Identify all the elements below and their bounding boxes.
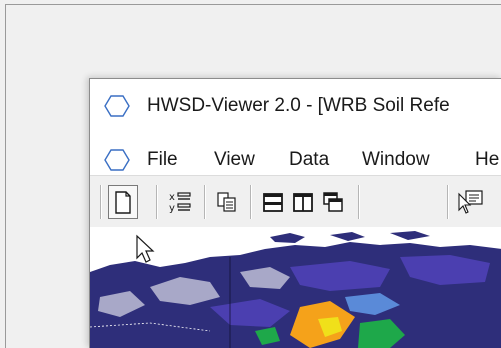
xy-list-button[interactable]: x y — [166, 185, 196, 219]
xy-list-icon: x y — [169, 192, 191, 214]
copy-icon — [217, 192, 236, 212]
window-title: HWSD-Viewer 2.0 - [WRB Soil Refe — [147, 95, 450, 116]
toolbar-separator — [358, 185, 359, 219]
title-bar[interactable]: HWSD-Viewer 2.0 - [WRB Soil Refe — [90, 79, 501, 129]
tile-horizontal-icon — [263, 193, 283, 212]
toolbar-separator — [204, 185, 205, 219]
cascade-windows-button[interactable] — [318, 185, 348, 219]
app-hexagon-icon — [104, 95, 130, 117]
pointer-info-icon — [458, 190, 483, 214]
toolbar: x y — [90, 175, 501, 228]
cascade-windows-icon — [323, 192, 343, 212]
svg-text:x: x — [169, 192, 175, 203]
menu-data[interactable]: Data — [289, 149, 329, 171]
menu-file[interactable]: File — [147, 149, 178, 171]
new-document-icon — [115, 191, 131, 214]
svg-text:y: y — [169, 203, 175, 214]
tile-horizontal-button[interactable] — [258, 185, 288, 219]
toolbar-separator — [156, 185, 157, 219]
menu-window[interactable]: Window — [362, 149, 430, 171]
tile-vertical-icon — [293, 193, 313, 212]
copy-button[interactable] — [212, 185, 242, 219]
island — [330, 232, 365, 241]
toolbar-separator — [447, 185, 448, 219]
hwsd-viewer-window: HWSD-Viewer 2.0 - [WRB Soil Refe File Vi… — [89, 78, 501, 348]
pointer-info-button[interactable] — [454, 185, 484, 219]
tile-vertical-button[interactable] — [288, 185, 318, 219]
menu-view[interactable]: View — [214, 149, 255, 171]
island — [270, 233, 305, 243]
menu-help[interactable]: He — [475, 149, 499, 171]
mouse-cursor-icon — [136, 234, 155, 263]
island — [390, 231, 430, 240]
document-hexagon-icon[interactable] — [104, 149, 130, 171]
new-document-button[interactable] — [108, 185, 138, 219]
menu-bar: File View Data Window He — [90, 129, 501, 175]
toolbar-separator — [250, 185, 251, 219]
toolbar-grip — [100, 185, 101, 219]
